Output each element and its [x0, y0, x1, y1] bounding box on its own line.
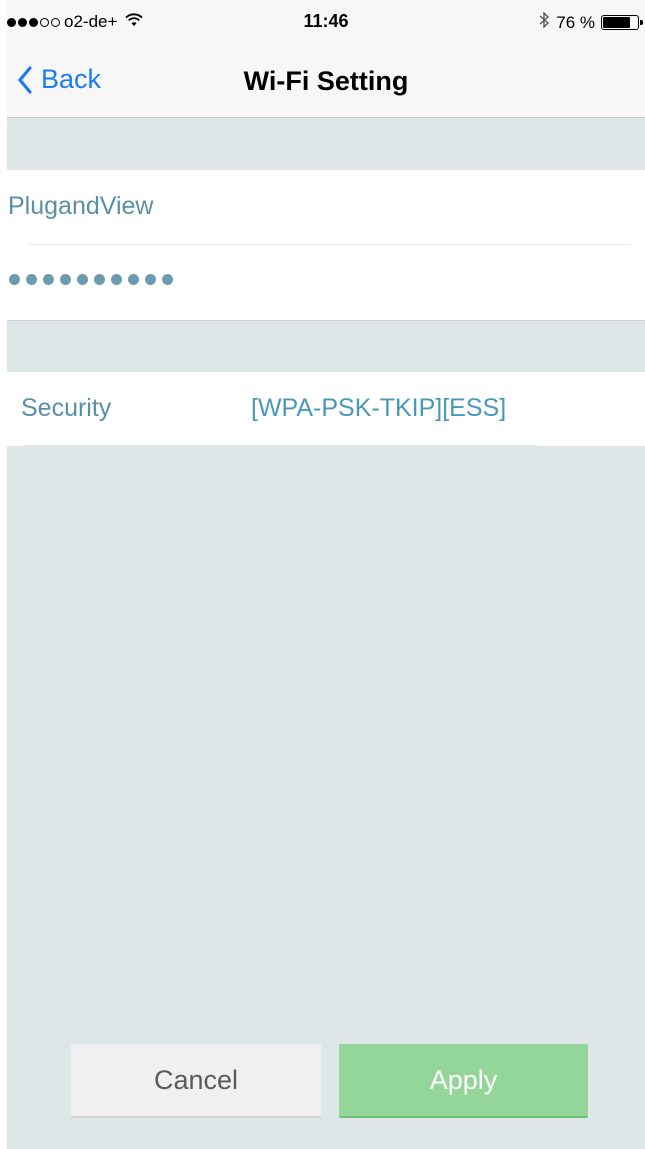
apply-button[interactable]: Apply	[339, 1044, 588, 1118]
security-value: [WPA-PSK-TKIP][ESS]	[251, 394, 507, 422]
screen: o2-de+ 11:46 76 % Back Wi-Fi Setting Plu…	[7, 0, 645, 1149]
password-mask-dot	[26, 274, 37, 285]
security-row[interactable]: Security [WPA-PSK-TKIP][ESS]	[7, 372, 645, 446]
status-right: 76 %	[539, 11, 643, 33]
battery-icon	[601, 15, 643, 30]
battery-percent: 76 %	[556, 12, 595, 32]
navigation-bar: Back Wi-Fi Setting	[7, 50, 645, 110]
password-mask-dot	[145, 274, 156, 285]
password-mask-dot	[9, 274, 20, 285]
network-credentials-section: PlugandView	[7, 170, 645, 321]
password-mask-dot	[128, 274, 139, 285]
security-underline	[25, 445, 537, 446]
password-mask-dot	[77, 274, 88, 285]
password-mask-dot	[94, 274, 105, 285]
divider	[29, 244, 631, 245]
bluetooth-icon	[539, 11, 550, 33]
password-field[interactable]	[9, 274, 173, 285]
security-label: Security	[21, 394, 112, 422]
status-bar: o2-de+ 11:46 76 %	[7, 0, 645, 40]
password-mask-dot	[162, 274, 173, 285]
ssid-field[interactable]: PlugandView	[8, 192, 153, 221]
top-bar: o2-de+ 11:46 76 % Back Wi-Fi Setting	[7, 0, 645, 118]
cancel-button[interactable]: Cancel	[71, 1044, 321, 1118]
page-title: Wi-Fi Setting	[243, 66, 409, 96]
password-mask-dot	[43, 274, 54, 285]
password-mask-dot	[60, 274, 71, 285]
password-mask-dot	[111, 274, 122, 285]
